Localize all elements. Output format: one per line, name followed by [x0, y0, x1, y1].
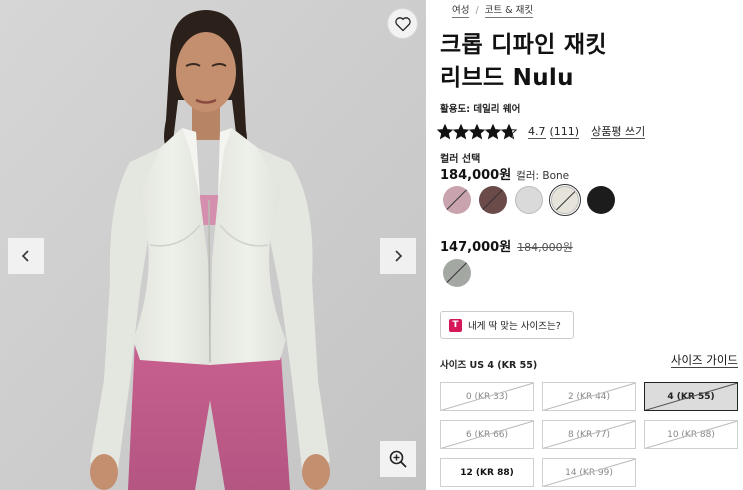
sale-swatch-chip	[443, 259, 471, 287]
size-option-label: 14 (KR 99)	[565, 467, 613, 478]
chevron-right-icon	[395, 250, 403, 262]
color-swatch-3[interactable]	[515, 186, 543, 214]
sale-price-row: 147,000원 184,000원	[440, 236, 573, 255]
product-title-line1: 크롭 디파인 재킷	[440, 32, 607, 58]
product-image-gallery	[0, 0, 426, 490]
product-details-panel: 여성 / 코트 & 재킷 크롭 디파인 재킷 리브드 Nulu 활용도: 데일리…	[437, 0, 743, 490]
sale-color-swatch[interactable]	[443, 259, 471, 287]
size-option-label: 10 (KR 88)	[667, 429, 715, 440]
color-swatch-5[interactable]	[587, 186, 615, 214]
regular-price: 184,000원	[440, 168, 512, 183]
color-swatches	[443, 184, 615, 216]
breadcrumb-item-women[interactable]: 여성	[452, 2, 470, 18]
color-swatch-chip	[551, 186, 579, 214]
write-review-link[interactable]: 상품평 쓰기	[591, 125, 646, 139]
activity-label: 활용도: 데일리 웨어	[440, 104, 521, 115]
size-option[interactable]: 14 (KR 99)	[542, 458, 636, 487]
size-finder-button[interactable]: T 내게 딱 맞는 사이즈는?	[440, 311, 574, 339]
rating-stars	[437, 124, 517, 140]
rating-value[interactable]: 4.7	[528, 125, 546, 139]
selected-color-label: 컬러: Bone	[516, 170, 570, 182]
next-image-button[interactable]	[380, 238, 416, 274]
size-option-label: 2 (KR 44)	[567, 391, 611, 402]
star-icon	[469, 124, 485, 140]
breadcrumb: 여성 / 코트 & 재킷	[452, 2, 534, 18]
previous-image-button[interactable]	[8, 238, 44, 274]
size-guide-link[interactable]: 사이즈 가이드	[670, 353, 738, 368]
breadcrumb-item-coats-jackets[interactable]: 코트 & 재킷	[484, 2, 534, 18]
size-option-label: 6 (KR 66)	[465, 429, 509, 440]
size-option[interactable]: 12 (KR 88)	[440, 458, 534, 487]
color-swatch-2[interactable]	[479, 186, 507, 214]
star-icon	[501, 124, 517, 140]
size-option-label: 4 (KR 55)	[667, 391, 715, 402]
size-finder-label: 내게 딱 맞는 사이즈는?	[468, 321, 561, 332]
zoom-button[interactable]	[380, 441, 416, 477]
chevron-left-icon	[21, 250, 29, 262]
star-icon	[453, 124, 469, 140]
size-option[interactable]: 2 (KR 44)	[542, 382, 636, 411]
color-price-row: 184,000원 컬러: Bone	[440, 164, 569, 183]
size-options: 0 (KR 33) 2 (KR 44) 4 (KR 55) 6 (KR 66) 8 (K…	[440, 382, 738, 487]
color-select-heading: 컬러 선택	[440, 154, 481, 165]
star-icon	[437, 124, 453, 140]
size-option[interactable]: 4 (KR 55)	[644, 382, 738, 411]
size-option[interactable]: 10 (KR 88)	[644, 420, 738, 449]
product-title-line2: 리브드 Nulu	[440, 65, 574, 91]
color-swatch-1[interactable]	[443, 186, 471, 214]
sale-price: 147,000원	[440, 240, 512, 255]
original-price: 184,000원	[517, 241, 573, 254]
size-option[interactable]: 6 (KR 66)	[440, 420, 534, 449]
star-icon	[485, 124, 501, 140]
breadcrumb-separator: /	[475, 4, 479, 16]
favorite-button[interactable]	[387, 8, 418, 39]
product-photo	[0, 0, 426, 490]
size-heading: 사이즈 US 4 (KR 55)	[440, 360, 538, 371]
size-option[interactable]: 0 (KR 33)	[440, 382, 534, 411]
truefit-logo-icon: T	[449, 318, 462, 332]
size-option-label: 12 (KR 88)	[460, 467, 514, 478]
size-option-label: 0 (KR 33)	[465, 391, 509, 402]
color-swatch-4[interactable]	[549, 184, 581, 216]
heart-icon	[394, 16, 411, 31]
zoom-in-icon	[389, 450, 407, 468]
size-option-label: 8 (KR 77)	[567, 429, 611, 440]
rating-count[interactable]: (111)	[549, 125, 580, 139]
product-title: 크롭 디파인 재킷 리브드 Nulu	[440, 29, 607, 95]
size-option[interactable]: 8 (KR 77)	[542, 420, 636, 449]
rating-row: 4.7 (111) 상품평 쓰기	[437, 124, 646, 140]
